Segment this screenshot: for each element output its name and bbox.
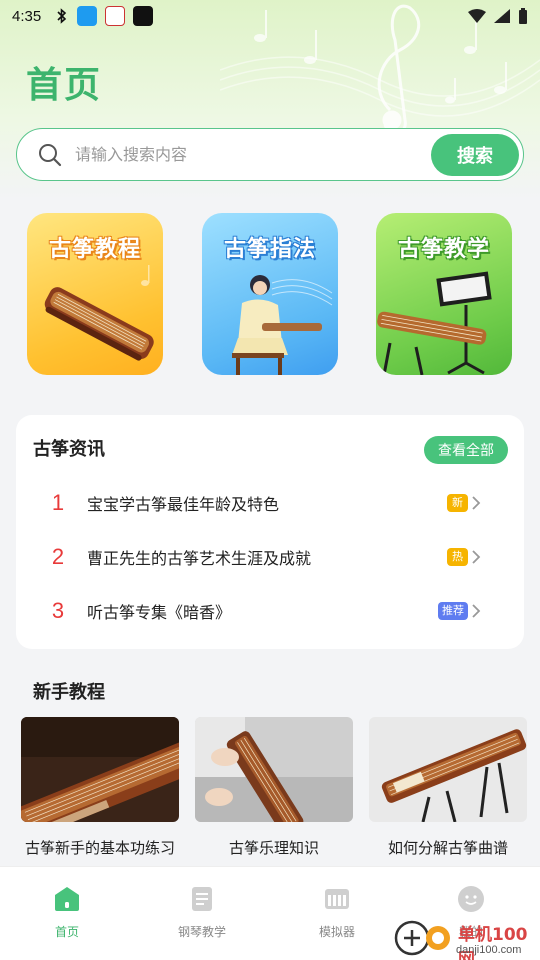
tutorial-card[interactable]: 古筝乐理知识 xyxy=(195,717,353,858)
signal-icon xyxy=(494,9,510,23)
news-section-title: 古筝资讯 xyxy=(33,439,105,460)
view-all-button[interactable]: 查看全部 xyxy=(424,436,508,464)
feature-label: 古筝教程 xyxy=(48,237,141,262)
wifi-icon xyxy=(468,9,486,23)
tab-label: 模拟器 xyxy=(318,925,355,939)
news-badge-hot: 热 xyxy=(447,548,468,566)
chevron-right-icon xyxy=(472,496,481,510)
notification-icons xyxy=(55,6,154,26)
news-item[interactable]: 1 宝宝学古筝最佳年龄及特色 新 xyxy=(16,483,524,523)
news-rank: 2 xyxy=(51,544,65,569)
tutorial-thumbnail xyxy=(14,717,201,840)
tutorial-thumbnail xyxy=(369,717,527,823)
profile-icon xyxy=(458,886,484,912)
tutorial-label: 古筝新手的基本功练习 xyxy=(24,839,175,857)
news-item[interactable]: 2 曹正先生的古筝艺术生涯及成就 热 xyxy=(16,537,524,577)
news-text: 曹正先生的古筝艺术生涯及成就 xyxy=(87,549,312,568)
news-card: 古筝资讯 查看全部 1 宝宝学古筝最佳年龄及特色 新 2 曹正先生的古筝艺术生涯… xyxy=(16,415,524,649)
chevron-right-icon xyxy=(472,550,481,564)
bluetooth-icon xyxy=(57,8,67,24)
feature-cards: 古筝教程 古筝指法 古筝教学 xyxy=(0,213,540,377)
feature-card-guzheng-teaching[interactable]: 古筝教学 xyxy=(376,213,512,375)
home-icon xyxy=(55,887,79,911)
status-time: 4:35 xyxy=(12,7,42,25)
search-input[interactable] xyxy=(75,145,431,164)
tab-simulator[interactable]: 模拟器 xyxy=(287,885,387,940)
tutorial-card[interactable]: 古筝新手的基本功练习 xyxy=(14,717,201,858)
system-status-icons xyxy=(468,8,528,24)
tutorials-section-title: 新手教程 xyxy=(33,682,105,703)
feature-label: 古筝指法 xyxy=(223,237,316,262)
tutorial-label: 如何分解古筝曲谱 xyxy=(387,839,508,857)
news-badge-recommended: 推荐 xyxy=(438,602,468,620)
news-text: 听古筝专集《暗香》 xyxy=(87,603,232,622)
battery-icon xyxy=(519,8,527,24)
tutorial-card[interactable]: 如何分解古筝曲谱 xyxy=(369,717,527,858)
chevron-right-icon xyxy=(472,604,481,618)
robot-icon xyxy=(133,6,154,26)
news-rank: 1 xyxy=(51,490,65,515)
tab-label: 钢琴教学 xyxy=(177,925,226,939)
feature-card-guzheng-tutorial[interactable]: 古筝教程 xyxy=(27,213,163,375)
tab-home[interactable]: 首页 xyxy=(17,885,117,940)
watermark-site: danji100.com xyxy=(456,944,522,956)
download-icon xyxy=(77,6,98,26)
tutorial-thumbnail xyxy=(195,717,353,835)
app-notification-icon xyxy=(105,6,126,26)
tab-label: 首页 xyxy=(54,925,79,939)
news-badge-new: 新 xyxy=(447,494,468,512)
search-button[interactable]: 搜索 xyxy=(431,133,519,176)
page-title: 首页 xyxy=(26,65,103,106)
news-item[interactable]: 3 听古筝专集《暗香》 推荐 xyxy=(16,591,524,631)
status-bar: 4:35 xyxy=(0,0,540,32)
piano-icon xyxy=(325,889,349,909)
feature-label: 古筝教学 xyxy=(397,237,490,262)
feature-card-guzheng-fingering[interactable]: 古筝指法 xyxy=(202,213,338,375)
news-text: 宝宝学古筝最佳年龄及特色 xyxy=(87,495,280,514)
tab-piano-lessons[interactable]: 钢琴教学 xyxy=(152,885,252,940)
search-icon xyxy=(39,143,62,166)
book-icon xyxy=(192,887,212,911)
search-bar: 搜索 xyxy=(16,128,524,181)
news-rank: 3 xyxy=(51,598,65,623)
tutorial-label: 古筝乐理知识 xyxy=(228,839,319,857)
